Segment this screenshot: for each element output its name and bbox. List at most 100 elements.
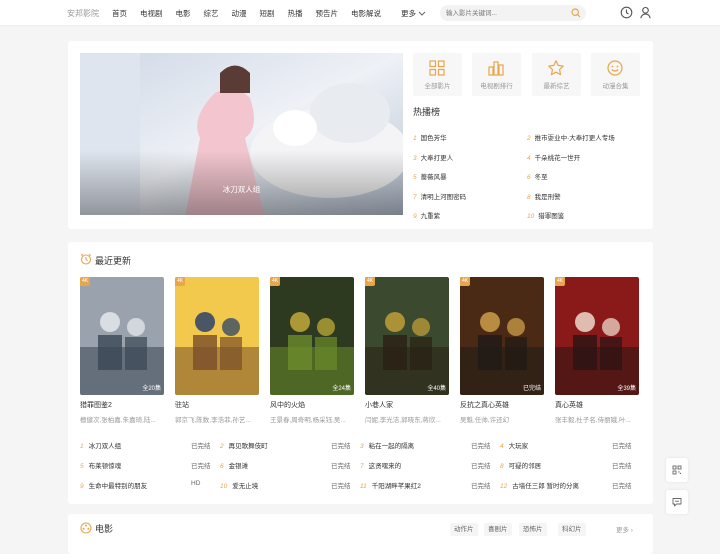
nav-item-anime[interactable]: 动漫: [232, 8, 247, 19]
qr-code-icon: [672, 465, 682, 475]
nav-item-movie[interactable]: 电影: [176, 8, 191, 19]
item-number: 5: [80, 463, 84, 470]
rank-number: 3: [413, 155, 417, 162]
tag-action[interactable]: 动作片: [450, 523, 478, 536]
hot-list-item[interactable]: 5 蔷薇风暴: [413, 171, 447, 181]
quick-link-label: 电视剧排行: [480, 83, 513, 90]
movie-more-link[interactable]: 更多 ›: [616, 524, 633, 534]
item-status: 已完结: [331, 463, 351, 470]
poster-title[interactable]: 猎罪图鉴2: [80, 400, 112, 410]
hot-list-item[interactable]: 4 千朵桃花一世开: [527, 152, 580, 162]
hot-list-item[interactable]: 8 我是刑警: [527, 191, 561, 201]
poster-title[interactable]: 真心英雄: [555, 400, 583, 410]
item-title: 生命中最特别的朋友: [88, 483, 148, 490]
hot-list-item[interactable]: 7 清明上河图密码: [413, 191, 466, 201]
nav-item-hot[interactable]: 热播: [288, 8, 303, 19]
quality-badge: 4K: [80, 277, 90, 286]
hot-list-item[interactable]: 9 九重紫: [413, 210, 440, 220]
qr-code-button[interactable]: [666, 458, 688, 482]
rank-number: 1: [413, 135, 417, 142]
update-list-item[interactable]: 10 爱无止境: [220, 480, 258, 490]
rank-number: 4: [527, 155, 531, 162]
nav-item-commentary[interactable]: 电影解说: [351, 8, 381, 19]
rank-title: 猎罪图鉴: [538, 213, 565, 220]
quick-link-variety[interactable]: 最新综艺: [532, 53, 581, 96]
item-status: 已完结: [471, 483, 491, 490]
rank-title: 国色芳华: [420, 135, 447, 142]
nav-item-variety[interactable]: 综艺: [204, 8, 219, 19]
nav-more[interactable]: 更多: [401, 8, 426, 19]
update-list-item[interactable]: 6 金银滩: [220, 460, 248, 470]
item-number: 10: [220, 483, 228, 490]
nav-item-short[interactable]: 短剧: [260, 8, 275, 19]
quick-link-tv-rank[interactable]: 电视剧排行: [472, 53, 521, 96]
episode-status: 全24集: [332, 386, 351, 392]
poster-card[interactable]: 4K 全40集: [365, 277, 449, 395]
poster-image: [80, 277, 164, 395]
update-list-item[interactable]: 7 这贤嘿来的: [360, 460, 401, 470]
rank-title: 我是刑警: [534, 194, 561, 201]
quality-badge: 4K: [460, 277, 470, 286]
update-list-item[interactable]: 4 大玩家: [500, 440, 528, 450]
grid-icon: [429, 60, 445, 76]
poster-title[interactable]: 驻站: [175, 400, 189, 410]
update-list-item[interactable]: 2 再见歌舞伎町: [220, 440, 268, 450]
poster-card[interactable]: 4K 全24集: [270, 277, 354, 395]
movie-more-label: 更多: [616, 527, 629, 534]
poster-card[interactable]: 4K 全39集: [555, 277, 639, 395]
tag-scifi[interactable]: 科幻片: [558, 523, 586, 536]
hot-list-item[interactable]: 10 猎罪图鉴: [527, 210, 564, 220]
poster-card[interactable]: 4K: [175, 277, 259, 395]
rank-number: 8: [527, 194, 531, 201]
tag-horror[interactable]: 恐怖片: [519, 523, 547, 536]
site-logo[interactable]: 安邦影院: [67, 8, 99, 19]
rank-number: 7: [413, 194, 417, 201]
item-title: 冰刀双人组: [88, 443, 122, 450]
quick-link-anime[interactable]: 动漫合集: [591, 53, 640, 96]
update-list-item[interactable]: 5 布莱顿惊魂: [80, 460, 121, 470]
poster-title[interactable]: 反抗之真心英雄: [460, 400, 509, 410]
poster-card[interactable]: 4K 全20集: [80, 277, 164, 395]
hot-list-item[interactable]: 2 推市耍业中·大奉打更人专场: [527, 132, 615, 142]
poster-card[interactable]: 4K 已完结: [460, 277, 544, 395]
update-list-item[interactable]: 8 可疑的邻居: [500, 460, 541, 470]
nav-item-home[interactable]: 首页: [112, 8, 127, 19]
poster-title[interactable]: 风中的火焰: [270, 400, 305, 410]
tag-comedy[interactable]: 喜剧片: [484, 523, 512, 536]
rank-number: 10: [527, 213, 535, 220]
hot-list-item[interactable]: 1 国色芳华: [413, 132, 447, 142]
hero-banner[interactable]: 冰刀双人组: [80, 53, 403, 215]
chevron-down-icon: [418, 11, 426, 16]
feedback-button[interactable]: [666, 490, 688, 514]
poster-image: [270, 277, 354, 395]
main-nav: 首页 电视剧 电影 综艺 动漫 短剧 热播 预告片 电影解说: [112, 8, 394, 19]
update-list-item[interactable]: 3 粘在一起的隔离: [360, 440, 414, 450]
rank-title: 九重紫: [420, 213, 441, 220]
poster-image: [365, 277, 449, 395]
rank-title: 大奉打更人: [420, 155, 454, 162]
hot-list-item[interactable]: 3 大奉打更人: [413, 152, 453, 162]
update-list-item[interactable]: 9 生命中最特别的朋友: [80, 480, 147, 490]
bar-chart-icon: [488, 61, 504, 76]
nav-item-trailer[interactable]: 预告片: [316, 8, 339, 19]
search-input[interactable]: [446, 8, 566, 18]
alarm-clock-icon: [80, 253, 92, 265]
nav-item-tv[interactable]: 电视剧: [140, 8, 163, 19]
top-header: 安邦影院 首页 电视剧 电影 综艺 动漫 短剧 热播 预告片 电影解说 更多: [0, 0, 720, 26]
hot-list-item[interactable]: 6 冬至: [527, 171, 548, 181]
poster-cast: 闫妮,李光洁,郭晓东,蒋欣...: [365, 417, 441, 424]
quick-link-all[interactable]: 全部影片: [413, 53, 462, 96]
episode-status: 已完结: [522, 386, 541, 392]
update-list-item[interactable]: 12 古墙任三郎 暂时的分离: [500, 480, 579, 490]
update-list-item[interactable]: 1 冰刀双人组: [80, 440, 121, 450]
update-list-item[interactable]: 11 千阳湖畔芊果红2: [360, 480, 421, 490]
search-box: [440, 5, 586, 21]
poster-title[interactable]: 小巷人家: [365, 400, 393, 410]
history-icon[interactable]: [620, 6, 633, 19]
item-status: 已完结: [612, 443, 632, 450]
user-icon[interactable]: [639, 6, 652, 19]
item-status: 已完结: [191, 443, 211, 450]
film-reel-icon: [80, 522, 92, 534]
search-icon[interactable]: [571, 8, 581, 18]
item-status: 已完结: [612, 463, 632, 470]
